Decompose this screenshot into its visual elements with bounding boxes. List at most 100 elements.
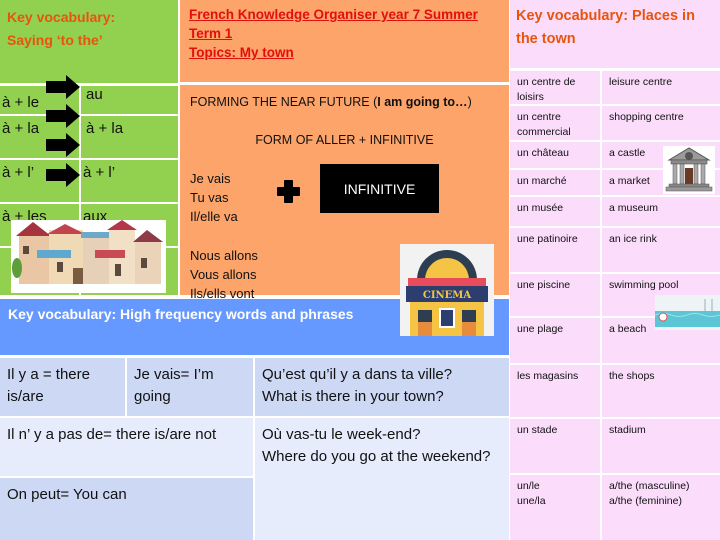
orange-divider [180, 82, 509, 85]
high-frequency-title: Key vocabulary: High frequency words and… [8, 306, 354, 322]
il-ny-a-pas-text: Il n’ y a pas de= there is/are not [7, 426, 217, 443]
place-fr-cell: un musée [510, 197, 600, 226]
places-title-line1: Key vocabulary: Places in [516, 8, 695, 24]
je-vais-text: Je vais= I’m going [134, 366, 214, 405]
place-fr: un/le une/la [517, 480, 546, 507]
place-en: swimming pool [609, 279, 679, 291]
il-ny-a-pas-cell: Il n’ y a pas de= there is/are not [0, 418, 253, 476]
organiser-title-line1: French Knowledge Organiser year 7 Summer [189, 7, 478, 22]
to-the-row-1-to-cell: au [81, 86, 178, 114]
conjugation-nous: Nous allons [190, 248, 258, 263]
to-the-row-3-from: à + l’ [2, 164, 35, 181]
place-fr-cell: une piscine [510, 274, 600, 316]
arrow-right-icon [46, 133, 80, 157]
to-the-row-1-from: à + le [2, 94, 40, 111]
place-fr: un centre commercial [517, 111, 571, 138]
question-town-en: What is there in your town? [262, 388, 444, 405]
near-future-prefix: FORMING THE NEAR FUTURE ( [190, 95, 378, 109]
place-fr-cell: une patinoire [510, 228, 600, 272]
arrow-right-icon [46, 75, 80, 99]
place-fr: un centre de loisirs [517, 76, 576, 103]
cinema-icon: CINEMA [406, 250, 488, 336]
question-town-cell: Qu’est qu’il y a dans ta ville? What is … [255, 358, 509, 416]
on-peut-text: On peut= You can [7, 486, 127, 503]
je-vais-cell: Je vais= I’m going [127, 358, 253, 416]
conjugations-plural: Nous allons Vous allons Ils/ells vont [190, 246, 258, 303]
museum-building-icon [665, 147, 713, 192]
near-future-heading: FORMING THE NEAR FUTURE (I am going to…) [190, 95, 472, 109]
pool-image [655, 295, 720, 330]
place-fr: une patinoire [517, 233, 578, 245]
to-the-title-line1: Key vocabulary: [7, 9, 116, 25]
place-fr-cell: un château [510, 142, 600, 168]
place-en-cell: leisure centre [602, 71, 720, 104]
question-town-fr: Qu’est qu’il y a dans ta ville? [262, 366, 453, 383]
place-fr: une plage [517, 323, 564, 335]
place-en: a beach [609, 323, 647, 335]
town-houses-image [11, 220, 166, 293]
to-the-row-2-to: à + la [86, 120, 124, 137]
to-the-row-2-from: à + la [2, 120, 40, 137]
formula-text: FORM OF ALLER + INFINITIVE [255, 133, 434, 147]
infinitive-box: INFINITIVE [320, 164, 439, 213]
question-weekend-en: Where do you go at the weekend? [262, 448, 491, 465]
to-the-title-line2: Saying ‘to the’ [7, 32, 103, 48]
cinema-image: CINEMA [400, 244, 494, 336]
place-fr: une piscine [517, 279, 571, 291]
place-fr-cell: une plage [510, 318, 600, 363]
to-the-row-3-to-cell: à + l’ [81, 160, 178, 202]
place-fr-cell: un centre commercial [510, 106, 600, 140]
conjugation-tu: Tu vas [190, 190, 229, 205]
place-en-cell: the shops [602, 365, 720, 417]
near-future-bold: I am going to… [377, 95, 468, 109]
arrow-right-icon [46, 163, 80, 187]
place-en: the shops [609, 370, 655, 382]
places-title-cell: Key vocabulary: Places in the town [510, 0, 720, 68]
conjugation-il-elle: Il/elle va [190, 209, 238, 224]
conjugation-vous: Vous allons [190, 267, 257, 282]
place-en: a/the (masculine) a/the (feminine) [609, 480, 690, 507]
town-houses-icon [12, 220, 163, 284]
place-en-cell: a museum [602, 197, 720, 226]
question-weekend-fr: Où vas-tu le week-end? [262, 426, 421, 443]
place-fr-cell: un/le une/la [510, 475, 600, 540]
organiser-title-line2: Term 1 [189, 26, 233, 41]
swimming-pool-icon [655, 295, 720, 330]
place-fr-cell: un marché [510, 170, 600, 195]
to-the-title-cell: Key vocabulary: Saying ‘to the’ [0, 0, 178, 83]
place-fr-cell: un stade [510, 419, 600, 473]
plus-icon [277, 180, 300, 203]
arrow-right-icon [46, 104, 80, 128]
place-fr: un marché [517, 175, 567, 187]
places-title-line2: the town [516, 31, 576, 47]
place-en-cell: a/the (masculine) a/the (feminine) [602, 475, 720, 540]
place-en-cell: an ice rink [602, 228, 720, 272]
il-y-a-text: Il y a = there is/are [7, 366, 90, 405]
place-fr: un château [517, 147, 569, 159]
to-the-row-1-to: au [86, 86, 103, 103]
conjugations-singular: Je vais Tu vas Il/elle va [190, 169, 238, 226]
place-fr: les magasins [517, 370, 579, 382]
place-en: shopping centre [609, 111, 684, 123]
near-future-suffix: ) [467, 95, 472, 109]
place-en: stadium [609, 424, 646, 436]
on-peut-cell: On peut= You can [0, 478, 253, 540]
question-weekend-cell: Où vas-tu le week-end? Where do you go a… [255, 418, 509, 540]
place-en: a castle [609, 147, 646, 159]
place-en-cell: stadium [602, 419, 720, 473]
to-the-row-2-to-cell: à + la [81, 116, 178, 158]
place-fr-cell: un centre de loisirs [510, 71, 600, 104]
place-en: a market [609, 175, 650, 187]
place-fr-cell: les magasins [510, 365, 600, 417]
museum-image [663, 146, 715, 194]
to-the-row-3-to: à + l’ [83, 164, 116, 181]
organiser-topic: Topics: My town [189, 45, 294, 60]
place-en: leisure centre [609, 76, 673, 88]
conjugation-je: Je vais [190, 171, 231, 186]
place-en-cell: shopping centre [602, 106, 720, 140]
place-en: an ice rink [609, 233, 657, 245]
place-fr: un stade [517, 424, 558, 436]
place-en: a museum [609, 202, 659, 214]
il-y-a-cell: Il y a = there is/are [0, 358, 125, 416]
place-fr: un musée [517, 202, 564, 214]
